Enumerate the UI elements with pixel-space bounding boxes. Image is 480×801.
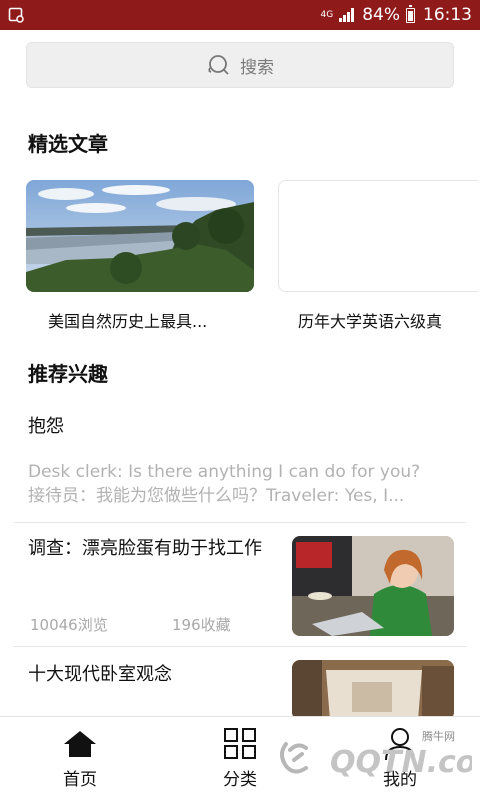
woman-laptop-image <box>292 536 454 636</box>
search-icon <box>208 55 229 75</box>
interest-item-title-1[interactable]: 抱怨 <box>28 412 64 438</box>
search-bar[interactable]: 搜索 <box>26 42 454 88</box>
status-left <box>8 7 24 23</box>
divider <box>14 646 466 647</box>
status-bar: 4G 84% 16:13 <box>0 0 480 30</box>
river-landscape-image <box>26 180 254 292</box>
watermark-logo-text: QQTN.com <box>330 745 472 780</box>
battery-icon <box>406 4 415 23</box>
news-views: 10046浏览 <box>30 616 108 634</box>
network-type: 4G <box>320 9 334 20</box>
bottom-tab-bar: 首页 分类 我的 QQTN.com <box>0 716 480 800</box>
tab-category-label: 分类 <box>223 770 257 790</box>
watermark-site: 腾牛网 <box>422 729 455 743</box>
tab-home[interactable]: 首页 <box>20 717 140 801</box>
excerpt-line-1: Desk clerk: Is there anything I can do f… <box>28 462 421 482</box>
news-item-title-2[interactable]: 调查：漂亮脸蛋有助于找工作 <box>28 536 268 562</box>
status-right: 4G 84% 16:13 <box>320 4 472 25</box>
divider <box>14 522 466 523</box>
signal-icon <box>339 8 355 22</box>
featured-article-card-2[interactable] <box>278 180 478 292</box>
featured-title: 精选文章 <box>28 132 108 156</box>
grid-icon <box>223 727 257 761</box>
clock: 16:13 <box>423 5 472 25</box>
search-placeholder: 搜索 <box>240 57 274 78</box>
recommend-title: 推荐兴趣 <box>28 362 108 386</box>
news-favorites: 196收藏 <box>172 616 231 634</box>
excerpt-line-2: 接待员：我能为您做些什么吗？Traveler: Yes, I... <box>28 486 405 506</box>
featured-article-caption-1[interactable]: 美国自然历史上最具... <box>48 308 207 332</box>
tab-home-label: 首页 <box>63 770 97 790</box>
featured-article-caption-2[interactable]: 历年大学英语六级真 <box>298 308 442 332</box>
watermark: QQTN.com 腾牛网 <box>272 724 480 792</box>
battery-percent: 84% <box>362 5 400 25</box>
bedroom-image <box>292 660 454 720</box>
screen-record-icon <box>8 7 24 23</box>
news-thumb-woman-laptop[interactable] <box>292 536 454 636</box>
featured-article-card-1[interactable] <box>26 180 254 292</box>
interest-item-excerpt[interactable]: Desk clerk: Is there anything I can do f… <box>28 460 468 508</box>
home-icon <box>63 727 97 761</box>
qqtn-watermark-logo: QQTN.com 腾牛网 <box>280 729 480 780</box>
news-item-title-3[interactable]: 十大现代卧室观念 <box>28 662 268 688</box>
news-thumb-bedroom[interactable] <box>292 660 454 720</box>
